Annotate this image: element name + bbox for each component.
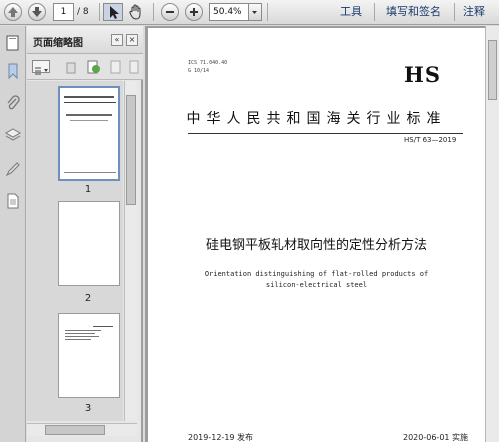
page-total-label: / 8 [77,7,89,17]
content-button[interactable] [4,192,22,210]
thumbnail-label: 3 [84,403,92,414]
thumbnail-horizontal-scrollbar[interactable] [27,423,137,436]
thumbnail-panel: 页面缩略图 « × 1 2 3 [27,26,143,442]
page-settings-icon [129,60,139,74]
chevron-down-icon [252,11,257,14]
document-page: ICS 71.040.40 G 10/14 HS 中华人民共和国海关行业标准 H… [148,28,485,442]
cursor-icon [110,6,119,19]
zoom-level-input[interactable]: 50.4% [209,3,249,21]
thumbnail-page-1[interactable] [58,86,120,181]
toolbar-separator [153,3,154,21]
bookmark-icon [8,63,18,80]
zoom-out-button[interactable] [161,3,179,21]
standard-code: HS/T 63—2019 [404,136,457,144]
bookmarks-button[interactable] [4,62,22,80]
fill-sign-menu[interactable]: 填写和签名 [386,5,441,19]
list-menu-icon [35,67,48,75]
paperclip-icon [7,95,20,110]
close-panel-button[interactable]: × [126,34,138,46]
double-chevron-left-icon: « [114,35,120,44]
implement-date: 2020-06-01 实施 [403,433,469,442]
panel-title: 页面缩略图 [33,38,83,49]
navigation-rail [0,26,26,442]
zoom-in-button[interactable] [185,3,203,21]
thumbnail-label: 1 [84,184,92,195]
minus-icon [166,11,174,13]
delete-page-button[interactable] [63,59,79,75]
english-title-line-1: Orientation distinguishing of flat-rolle… [204,270,429,278]
comment-menu[interactable]: 注释 [463,5,485,19]
hand-icon [129,4,141,20]
zoom-dropdown-button[interactable] [249,3,262,21]
scrollbar-thumb[interactable] [45,425,105,435]
thumbnail-label: 2 [84,293,92,304]
signature-pen-icon [5,162,20,177]
standard-title: 中华人民共和国海关行业标准 [186,111,447,127]
toolbar-separator [454,3,455,21]
page-properties-button[interactable] [127,59,141,75]
insert-page-button[interactable] [107,59,123,75]
document-viewport[interactable]: ICS 71.040.40 G 10/14 HS 中华人民共和国海关行业标准 H… [145,26,485,442]
rotate-icon [87,60,100,74]
toolbar-separator [99,3,100,21]
page-number-input[interactable]: 1 [53,3,74,21]
thumbnail-list: 1 2 3 [27,81,123,421]
next-page-button[interactable] [28,3,46,21]
document-title: 硅电钢平板轧材取向性的定性分析方法 [205,238,427,253]
options-menu-button[interactable] [32,60,50,75]
arrow-down-icon [32,7,42,17]
plus-icon [190,8,198,16]
header-rule [188,133,463,134]
pages-icon [6,35,19,51]
thumbnail-page-3[interactable] [58,313,120,398]
select-tool-button[interactable] [103,3,123,21]
toolbar-separator [267,3,268,21]
toolbar-separator [374,3,375,21]
release-date: 2019-12-19 发布 [188,433,254,442]
close-icon: × [128,35,136,44]
scrollbar-thumb[interactable] [126,95,136,205]
hand-tool-button[interactable] [127,3,147,21]
english-title-line-2: silicon-electrical steel [265,281,368,289]
page-thumbnails-button[interactable] [4,34,22,52]
document-vertical-scrollbar[interactable] [485,26,499,442]
panel-header: 页面缩略图 « × [27,26,143,54]
rotate-page-button[interactable] [85,59,101,75]
page-insert-icon [110,60,121,74]
hs-logo: HS [404,62,442,87]
layers-icon [4,128,22,141]
attachments-button[interactable] [4,94,22,112]
thumbnail-vertical-scrollbar[interactable] [124,81,137,421]
ccs-code: G 10/14 [188,68,210,74]
ics-code: ICS 71.040.40 [188,60,228,66]
scrollbar-thumb[interactable] [488,40,497,100]
thumbnail-page-2[interactable] [58,201,120,286]
collapse-panel-button[interactable]: « [111,34,123,46]
previous-page-button[interactable] [4,3,22,21]
layers-button[interactable] [4,126,22,144]
top-toolbar: 1 / 8 50.4% 工具 填写和签名 注释 [0,0,499,25]
signatures-button[interactable] [4,160,22,178]
trash-icon [66,62,76,74]
document-icon [7,193,19,209]
arrow-up-icon [8,7,18,17]
tools-menu[interactable]: 工具 [340,5,362,19]
panel-toolbar [27,54,143,80]
